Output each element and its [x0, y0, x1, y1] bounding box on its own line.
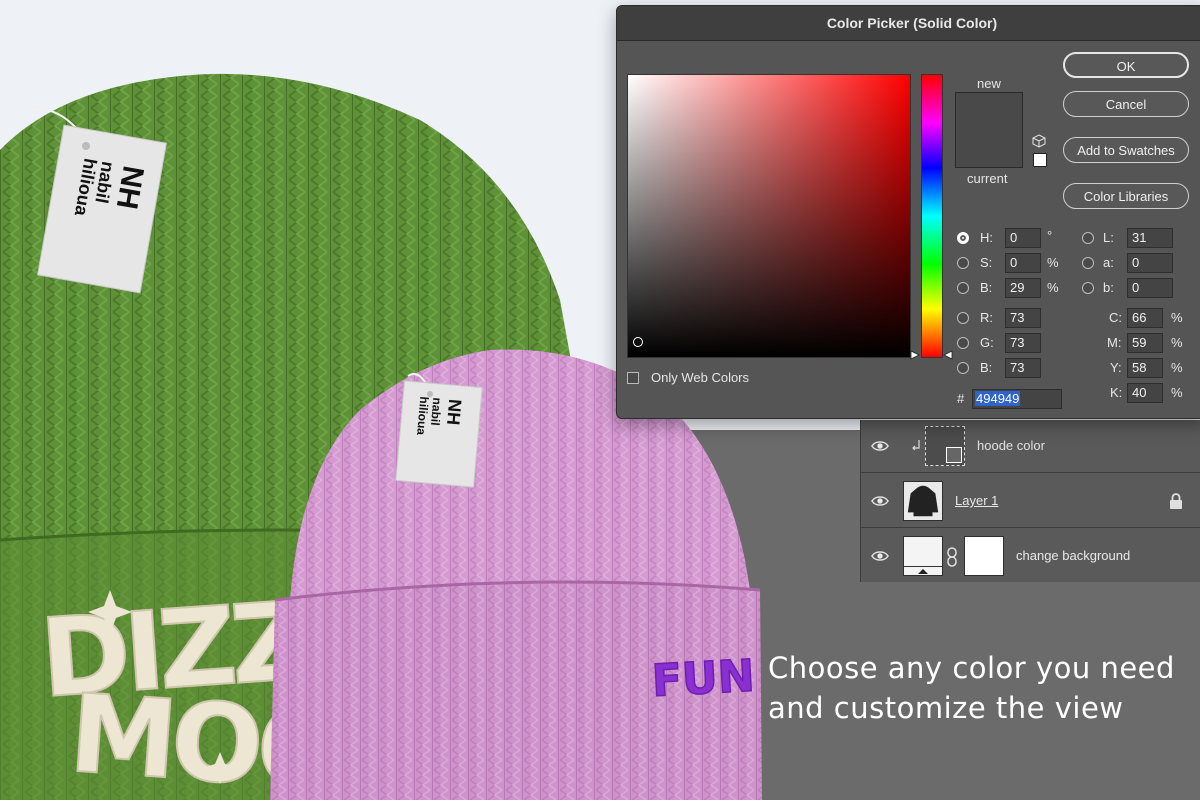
add-to-swatches-button[interactable]: Add to Swatches — [1063, 137, 1189, 163]
tagline: Choose any color you need and customize … — [768, 648, 1188, 728]
black-unit: % — [1171, 385, 1183, 400]
green-input[interactable]: 73 — [1005, 333, 1041, 353]
hue-radio[interactable] — [957, 232, 969, 244]
fun-embroidery: FUN — [651, 651, 756, 707]
black-label: K: — [1110, 385, 1123, 400]
dialog-title[interactable]: Color Picker (Solid Color) — [617, 6, 1200, 41]
hue-slider-left-arrow-icon[interactable] — [910, 350, 920, 360]
saturation-input[interactable]: 0 — [1005, 253, 1041, 273]
cyan-label: C: — [1109, 310, 1122, 325]
new-color-label: new — [977, 76, 1001, 91]
current-color-label: current — [967, 171, 1008, 186]
color-libraries-button[interactable]: Color Libraries — [1063, 183, 1189, 209]
saturation-brightness-field[interactable] — [627, 74, 911, 358]
magenta-label: M: — [1107, 335, 1122, 350]
color-picker-dialog: Color Picker (Solid Color) new current O… — [616, 5, 1200, 419]
yellow-label: Y: — [1110, 360, 1122, 375]
magenta-unit: % — [1171, 335, 1183, 350]
green-radio[interactable] — [957, 337, 969, 349]
brightness-unit: % — [1047, 280, 1059, 295]
color-preview-swatch[interactable] — [955, 92, 1023, 168]
only-web-colors-checkbox[interactable] — [627, 372, 639, 384]
cancel-button[interactable]: Cancel — [1063, 91, 1189, 117]
hue-unit: ° — [1047, 228, 1053, 243]
saturation-unit: % — [1047, 255, 1059, 270]
lab-a-input[interactable]: 0 — [1127, 253, 1173, 273]
brightness-radio[interactable] — [957, 282, 969, 294]
yellow-unit: % — [1171, 360, 1183, 375]
hex-value-selected: 494949 — [975, 391, 1021, 406]
cyan-input[interactable]: 66 — [1127, 308, 1163, 328]
brightness-label: B: — [980, 280, 993, 295]
blue-input[interactable]: 73 — [1005, 358, 1041, 378]
red-input[interactable]: 73 — [1005, 308, 1041, 328]
saturation-label: S: — [980, 255, 993, 270]
lab-b-radio[interactable] — [1082, 282, 1094, 294]
gamut-warning-cube-icon[interactable] — [1032, 134, 1046, 148]
hue-slider-right-arrow-icon[interactable] — [943, 350, 953, 360]
hue-slider[interactable] — [921, 74, 943, 358]
only-web-colors-label: Only Web Colors — [651, 370, 750, 385]
black-input[interactable]: 40 — [1127, 383, 1163, 403]
hue-input[interactable]: 0 — [1005, 228, 1041, 248]
lab-a-label: a: — [1103, 255, 1114, 270]
hex-label: # — [957, 391, 965, 406]
tag-logo-mark: NH — [443, 398, 465, 426]
lab-a-radio[interactable] — [1082, 257, 1094, 269]
hue-label: H: — [980, 230, 993, 245]
lab-b-input[interactable]: 0 — [1127, 278, 1173, 298]
green-label: G: — [980, 335, 994, 350]
brightness-input[interactable]: 29 — [1005, 278, 1041, 298]
color-field-marker[interactable] — [633, 337, 643, 347]
web-safe-swatch-icon[interactable] — [1033, 153, 1047, 167]
mockup-canvas: hoode color Layer 1 change background NH… — [0, 0, 1200, 800]
hex-input[interactable]: 494949 — [972, 389, 1062, 409]
red-radio[interactable] — [957, 312, 969, 324]
lab-l-label: L: — [1103, 230, 1114, 245]
lab-b-label: b: — [1103, 280, 1114, 295]
tagline-line-1: Choose any color you need — [768, 651, 1175, 685]
red-label: R: — [980, 310, 993, 325]
magenta-input[interactable]: 59 — [1127, 333, 1163, 353]
blue-label: B: — [980, 360, 993, 375]
saturation-radio[interactable] — [957, 257, 969, 269]
ok-button[interactable]: OK — [1063, 52, 1189, 78]
lab-l-radio[interactable] — [1082, 232, 1094, 244]
pink-hat-tag: NH nabil hilioua — [395, 373, 483, 488]
yellow-input[interactable]: 58 — [1127, 358, 1163, 378]
cyan-unit: % — [1171, 310, 1183, 325]
lab-l-input[interactable]: 31 — [1127, 228, 1173, 248]
blue-radio[interactable] — [957, 362, 969, 374]
tagline-line-2: and customize the view — [768, 691, 1124, 725]
